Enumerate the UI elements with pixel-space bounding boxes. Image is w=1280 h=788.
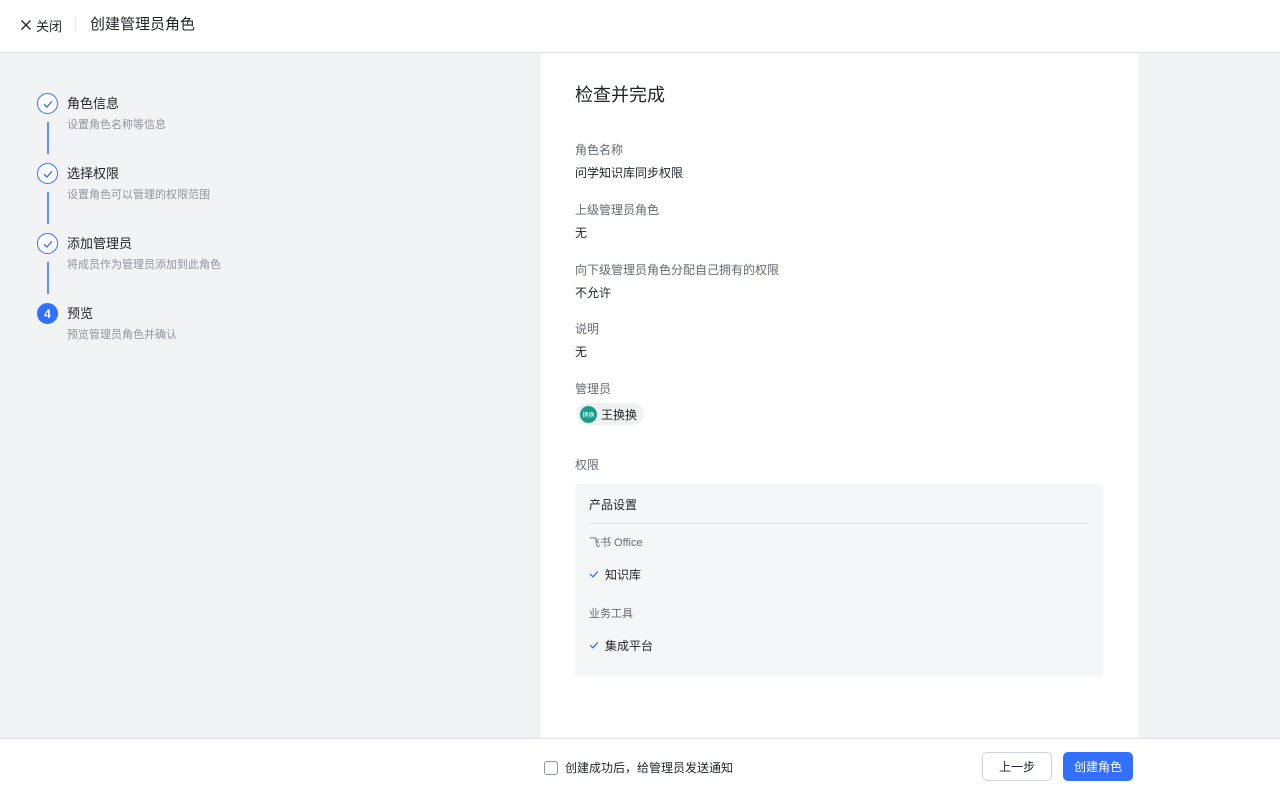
permission-group-name: 飞书 Office	[589, 537, 643, 549]
role-name-value: 问学知识库同步权限	[575, 166, 684, 180]
footer-bar: 创建成功后，给管理员发送通知 上一步 创建角色	[0, 738, 1280, 788]
header-divider	[75, 17, 76, 31]
role-name-label: 角色名称	[575, 143, 624, 157]
step-done-icon	[37, 163, 58, 184]
parent-role-value: 无	[575, 226, 588, 240]
step-connector	[47, 262, 49, 294]
step-title: 角色信息	[67, 96, 120, 111]
permission-divider	[589, 523, 1088, 524]
notify-checkbox[interactable]	[544, 760, 558, 775]
permission-item: 知识库	[589, 566, 641, 584]
permission-section-title: 产品设置	[589, 498, 638, 512]
description-label: 说明	[575, 322, 600, 336]
review-heading: 检查并完成	[575, 85, 665, 105]
top-bar: 关闭 创建管理员角色	[0, 0, 1280, 53]
step-connector	[47, 122, 49, 154]
admins-label: 管理员	[575, 382, 612, 396]
step-role-info: 角色信息 设置角色名称等信息	[37, 93, 337, 163]
admin-name: 王换换	[601, 407, 638, 422]
step-description: 设置角色可以管理的权限范围	[67, 189, 210, 201]
step-select-permissions: 选择权限 设置角色可以管理的权限范围	[37, 163, 337, 233]
step-connector	[47, 192, 49, 224]
step-description: 设置角色名称等信息	[67, 119, 166, 131]
notify-option[interactable]: 创建成功后，给管理员发送通知	[544, 759, 733, 776]
step-done-icon	[37, 93, 58, 114]
permission-item-label: 集成平台	[605, 639, 654, 653]
permission-item: 集成平台	[589, 637, 653, 655]
previous-step-button[interactable]: 上一步	[982, 752, 1052, 781]
step-title: 预览	[67, 306, 94, 321]
create-role-button[interactable]: 创建角色	[1063, 752, 1133, 781]
step-description: 将成员作为管理员添加到此角色	[67, 259, 221, 271]
parent-role-label: 上级管理员角色	[575, 203, 660, 217]
permission-item-label: 知识库	[605, 568, 642, 582]
close-button[interactable]: 关闭	[20, 15, 62, 35]
step-description: 预览管理员角色并确认	[67, 329, 177, 341]
page-title: 创建管理员角色	[90, 16, 196, 33]
close-icon	[20, 19, 32, 31]
step-list: 角色信息 设置角色名称等信息 选择权限 设置角色可以管理的权限范围 添加管理员 …	[37, 93, 337, 373]
description-value: 无	[575, 345, 588, 359]
delegate-value: 不允许	[575, 286, 612, 300]
step-title: 添加管理员	[67, 236, 133, 251]
review-panel: 检查并完成 角色名称 问学知识库同步权限 上级管理员角色 无 向下级管理员角色分…	[541, 53, 1138, 738]
step-done-icon	[37, 233, 58, 254]
close-label: 关闭	[36, 18, 63, 34]
permissions-box: 产品设置 飞书 Office 知识库 业务工具 集成平台	[575, 484, 1103, 677]
admin-chip: 换换 王换换	[577, 403, 645, 425]
step-number-badge: 4	[37, 303, 58, 324]
permissions-label: 权限	[575, 458, 600, 472]
check-icon	[589, 637, 599, 655]
check-icon	[589, 566, 599, 584]
step-title: 选择权限	[67, 166, 120, 181]
delegate-label: 向下级管理员角色分配自己拥有的权限	[575, 263, 780, 277]
notify-label: 创建成功后，给管理员发送通知	[565, 761, 734, 775]
avatar: 换换	[580, 405, 597, 423]
step-preview: 4 预览 预览管理员角色并确认	[37, 303, 337, 373]
permission-group-name: 业务工具	[589, 608, 633, 620]
step-add-admins: 添加管理员 将成员作为管理员添加到此角色	[37, 233, 337, 303]
